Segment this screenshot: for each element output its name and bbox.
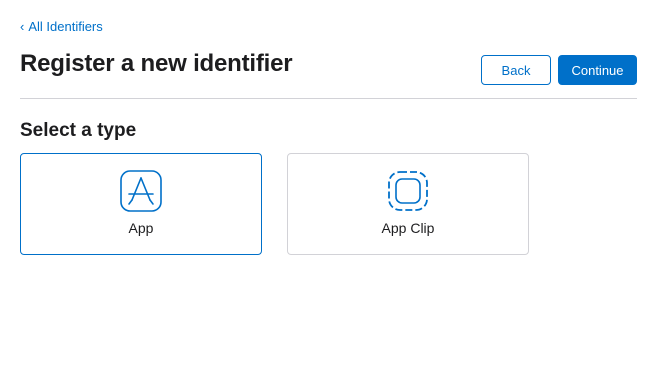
page-title: Register a new identifier <box>20 50 293 77</box>
header-divider <box>20 98 637 99</box>
app-store-icon <box>120 170 162 212</box>
type-card-app-clip-label: App Clip <box>381 220 435 236</box>
app-clip-icon <box>387 170 429 212</box>
continue-button[interactable]: Continue <box>558 55 637 85</box>
chevron-left-icon: ‹ <box>20 19 25 34</box>
type-card-app-clip[interactable]: App Clip <box>287 153 529 255</box>
breadcrumb-label: All Identifiers <box>28 19 103 34</box>
header-actions: Back Continue <box>481 55 637 85</box>
type-card-app[interactable]: App <box>20 153 262 255</box>
back-button[interactable]: Back <box>481 55 551 85</box>
type-card-app-label: App <box>128 220 154 236</box>
section-title: Select a type <box>20 120 137 141</box>
breadcrumb-all-identifiers[interactable]: ‹ All Identifiers <box>20 19 103 34</box>
